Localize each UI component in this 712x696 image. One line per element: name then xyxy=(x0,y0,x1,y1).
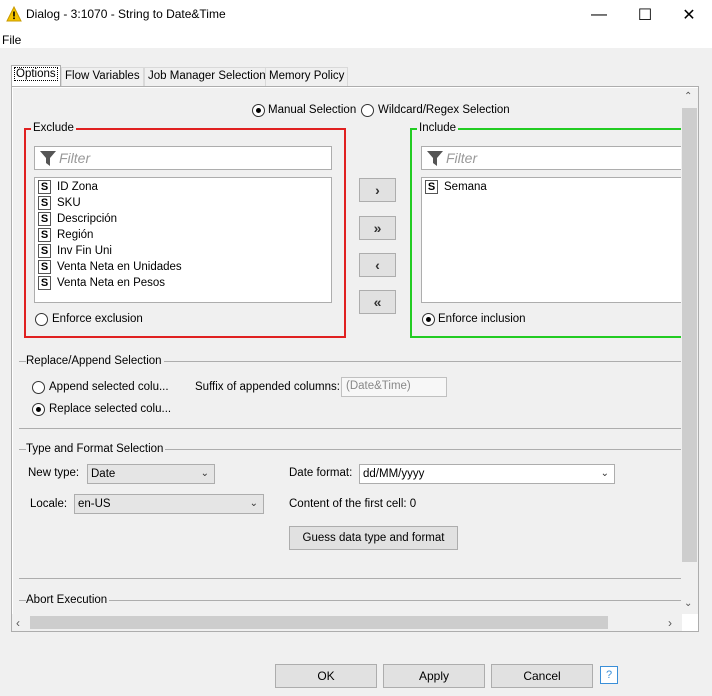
add-button[interactable]: › xyxy=(359,178,396,202)
type-format-title: Type and Format Selection xyxy=(26,443,166,455)
apply-button[interactable]: Apply xyxy=(383,664,485,688)
append-radio[interactable] xyxy=(32,381,45,394)
locale-label: Locale: xyxy=(30,498,68,510)
list-item-label: Venta Neta en Unidades xyxy=(57,261,182,273)
tab-options[interactable]: Options xyxy=(11,65,61,87)
suffix-input[interactable]: (Date&Time) xyxy=(341,377,447,397)
filter-icon xyxy=(40,151,56,166)
list-item[interactable]: S Inv Fin Uni xyxy=(38,243,331,259)
remove-button[interactable]: ‹ xyxy=(359,253,396,277)
string-type-icon: S xyxy=(38,228,51,242)
replace-label: Replace selected colu... xyxy=(49,403,172,415)
list-item[interactable]: S Venta Neta en Unidades xyxy=(38,259,331,275)
window-title: Dialog - 3:1070 - String to Date&Time xyxy=(26,7,226,21)
exclude-list[interactable]: S ID Zona S SKU S Descripción S Región S Inv … xyxy=(34,177,332,303)
chevron-down-icon: ⌄ xyxy=(600,468,609,479)
include-filter-placeholder: Filter xyxy=(446,150,478,166)
list-item[interactable]: S Venta Neta en Pesos xyxy=(38,275,331,291)
minimize-button[interactable]: — xyxy=(576,0,622,30)
exclude-filter-placeholder: Filter xyxy=(59,150,91,166)
string-type-icon: S xyxy=(38,212,51,226)
warning-icon xyxy=(6,6,22,22)
string-type-icon: S xyxy=(38,244,51,258)
list-item[interactable]: S Descripción xyxy=(38,211,331,227)
tab-options-label: Options xyxy=(14,67,58,81)
date-format-select[interactable]: dd/MM/yyyy ⌄ xyxy=(359,464,615,484)
enforce-inclusion-radio[interactable] xyxy=(422,313,435,326)
tab-job-manager-selection[interactable]: Job Manager Selection xyxy=(144,67,270,86)
tab-memory-policy[interactable]: Memory Policy xyxy=(265,67,349,86)
list-item-label: SKU xyxy=(57,197,81,209)
guess-format-button[interactable]: Guess data type and format xyxy=(289,526,458,550)
first-cell-content: Content of the first cell: 0 xyxy=(289,498,417,510)
locale-value: en-US xyxy=(78,498,111,510)
list-item-label: Inv Fin Uni xyxy=(57,245,112,257)
help-icon: ? xyxy=(605,669,613,681)
horizontal-scroll-thumb[interactable] xyxy=(30,616,608,629)
tab-flow-variables[interactable]: Flow Variables xyxy=(61,67,144,86)
new-type-select[interactable]: Date ⌄ xyxy=(87,464,215,484)
list-item-label: Venta Neta en Pesos xyxy=(57,277,166,289)
include-filter-input[interactable]: Filter xyxy=(421,146,683,170)
string-type-icon: S xyxy=(38,260,51,274)
list-item-label: Semana xyxy=(444,181,487,193)
suffix-label: Suffix of appended columns: xyxy=(195,381,340,393)
wildcard-selection-radio[interactable] xyxy=(361,104,374,117)
date-format-label: Date format: xyxy=(289,467,353,479)
wildcard-selection-label: Wildcard/Regex Selection xyxy=(378,104,510,116)
string-type-icon: S xyxy=(38,196,51,210)
cancel-button[interactable]: Cancel xyxy=(491,664,593,688)
exclude-label: Exclude xyxy=(31,122,76,134)
help-button[interactable]: ? xyxy=(600,666,618,684)
manual-selection-radio[interactable] xyxy=(252,104,265,117)
abort-execution-title: Abort Execution xyxy=(26,594,110,606)
remove-all-button[interactable]: « xyxy=(359,290,396,314)
chevron-down-icon: ⌄ xyxy=(200,468,209,479)
new-type-value: Date xyxy=(91,468,116,480)
ok-button[interactable]: OK xyxy=(275,664,377,688)
include-label: Include xyxy=(417,122,459,134)
filter-icon xyxy=(427,151,443,166)
abort-divider xyxy=(19,600,681,601)
section-divider xyxy=(19,578,681,579)
scroll-left-icon[interactable]: ‹ xyxy=(16,616,20,630)
replace-radio[interactable] xyxy=(32,403,45,416)
locale-select[interactable]: en-US ⌄ xyxy=(74,494,264,514)
date-format-value: dd/MM/yyyy xyxy=(363,468,425,480)
chevron-down-icon: ⌄ xyxy=(249,498,258,509)
enforce-exclusion-label: Enforce exclusion xyxy=(52,313,143,325)
manual-selection-label: Manual Selection xyxy=(268,104,357,116)
string-type-icon: S xyxy=(38,180,51,194)
close-button[interactable]: ✕ xyxy=(666,0,712,30)
add-all-button[interactable]: » xyxy=(359,216,396,240)
append-label: Append selected colu... xyxy=(49,381,169,393)
list-item[interactable]: S Semana xyxy=(425,179,683,195)
string-type-icon: S xyxy=(425,180,438,194)
enforce-inclusion-label: Enforce inclusion xyxy=(438,313,526,325)
scroll-right-icon[interactable]: › xyxy=(668,616,672,630)
menu-bar xyxy=(0,30,712,48)
enforce-exclusion-radio[interactable] xyxy=(35,313,48,326)
replace-append-title: Replace/Append Selection xyxy=(26,355,164,367)
list-item[interactable]: S SKU xyxy=(38,195,331,211)
exclude-filter-input[interactable]: Filter xyxy=(34,146,332,170)
string-type-icon: S xyxy=(38,276,51,290)
maximize-button[interactable]: ☐ xyxy=(622,0,668,30)
list-item-label: ID Zona xyxy=(57,181,98,193)
list-item-label: Región xyxy=(57,229,94,241)
list-item[interactable]: S Región xyxy=(38,227,331,243)
include-list[interactable]: S Semana xyxy=(421,177,683,303)
scroll-up-icon[interactable]: ⌃ xyxy=(684,91,692,102)
scroll-down-icon[interactable]: ⌄ xyxy=(684,598,692,609)
new-type-label: New type: xyxy=(28,467,80,479)
vertical-scroll-thumb[interactable] xyxy=(682,108,697,562)
list-item[interactable]: S ID Zona xyxy=(38,179,331,195)
list-item-label: Descripción xyxy=(57,213,118,225)
section-divider xyxy=(19,428,681,429)
menu-file[interactable]: File xyxy=(2,33,21,47)
